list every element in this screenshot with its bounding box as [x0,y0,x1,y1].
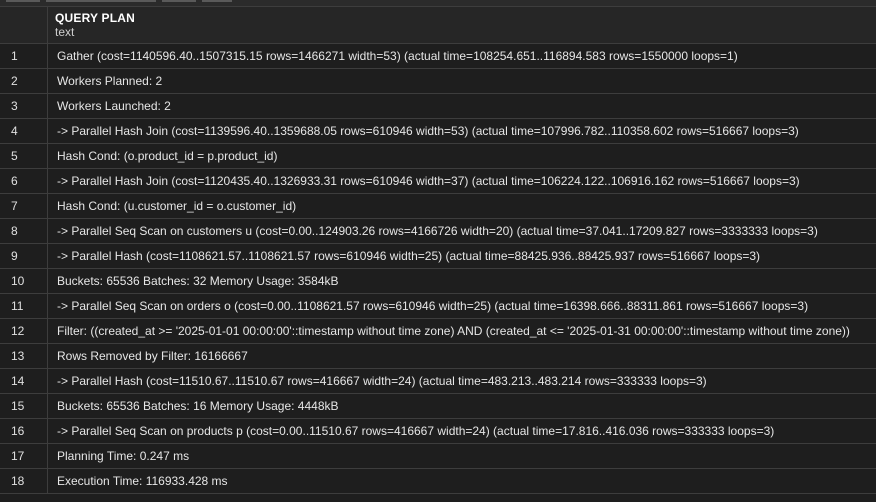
row-number[interactable]: 14 [0,369,48,393]
table-row[interactable]: 15 Buckets: 65536 Batches: 16 Memory Usag… [0,394,876,419]
row-number[interactable]: 12 [0,319,48,343]
table-row[interactable]: 11 -> Parallel Seq Scan on orders o (cost… [0,294,876,319]
query-plan-cell[interactable]: Hash Cond: (u.customer_id = o.customer_i… [48,194,876,218]
toolbar-tab[interactable] [162,0,196,2]
table-row[interactable]: 9 -> Parallel Hash (cost=1108621.57..1108… [0,244,876,269]
column-name: QUERY PLAN [55,11,136,25]
row-number[interactable]: 3 [0,94,48,118]
column-type: text [55,25,75,39]
query-plan-cell[interactable]: Workers Planned: 2 [48,69,876,93]
column-header-query-plan[interactable]: QUERY PLAN text [48,7,135,43]
query-plan-cell[interactable]: Buckets: 65536 Batches: 16 Memory Usage:… [48,394,876,418]
table-row[interactable]: 14 -> Parallel Hash (cost=11510.67..11510… [0,369,876,394]
row-number[interactable]: 13 [0,344,48,368]
toolbar-tab[interactable] [6,0,40,2]
grid-header: QUERY PLAN text [0,7,876,44]
toolbar-tab[interactable] [202,0,232,2]
table-row[interactable]: 4 -> Parallel Hash Join (cost=1139596.40.… [0,119,876,144]
table-row[interactable]: 16 -> Parallel Seq Scan on products p (co… [0,419,876,444]
query-plan-cell[interactable]: Hash Cond: (o.product_id = p.product_id) [48,144,876,168]
query-plan-cell[interactable]: -> Parallel Hash Join (cost=1139596.40..… [48,119,876,143]
row-number[interactable]: 10 [0,269,48,293]
query-plan-cell[interactable]: Planning Time: 0.247 ms [48,444,876,468]
query-plan-cell[interactable]: Workers Launched: 2 [48,94,876,118]
query-plan-cell[interactable]: Rows Removed by Filter: 16166667 [48,344,876,368]
table-row[interactable]: 8 -> Parallel Seq Scan on customers u (co… [0,219,876,244]
table-row[interactable]: 5 Hash Cond: (o.product_id = p.product_id… [0,144,876,169]
row-number[interactable]: 6 [0,169,48,193]
row-number[interactable]: 18 [0,469,48,493]
query-plan-cell[interactable]: Gather (cost=1140596.40..1507315.15 rows… [48,44,876,68]
row-number-header[interactable] [0,7,48,43]
query-plan-cell[interactable]: -> Parallel Seq Scan on products p (cost… [48,419,876,443]
row-number[interactable]: 11 [0,294,48,318]
table-row[interactable]: 3 Workers Launched: 2 [0,94,876,119]
query-plan-cell[interactable]: -> Parallel Seq Scan on orders o (cost=0… [48,294,876,318]
result-grid: QUERY PLAN text 1 Gather (cost=1140596.40… [0,6,876,494]
row-number[interactable]: 4 [0,119,48,143]
row-number[interactable]: 15 [0,394,48,418]
row-number[interactable]: 1 [0,44,48,68]
table-row[interactable]: 6 -> Parallel Hash Join (cost=1120435.40.… [0,169,876,194]
row-number[interactable]: 17 [0,444,48,468]
table-row[interactable]: 7 Hash Cond: (u.customer_id = o.customer_… [0,194,876,219]
query-plan-cell[interactable]: Execution Time: 116933.428 ms [48,469,876,493]
query-plan-cell[interactable]: -> Parallel Seq Scan on customers u (cos… [48,219,876,243]
query-plan-cell[interactable]: Buckets: 65536 Batches: 32 Memory Usage:… [48,269,876,293]
table-row[interactable]: 18 Execution Time: 116933.428 ms [0,469,876,494]
table-row[interactable]: 1 Gather (cost=1140596.40..1507315.15 row… [0,44,876,69]
toolbar-tab[interactable] [46,0,156,2]
row-number[interactable]: 16 [0,419,48,443]
table-row[interactable]: 2 Workers Planned: 2 [0,69,876,94]
row-number[interactable]: 2 [0,69,48,93]
row-number[interactable]: 7 [0,194,48,218]
query-plan-cell[interactable]: -> Parallel Hash Join (cost=1120435.40..… [48,169,876,193]
table-row[interactable]: 10 Buckets: 65536 Batches: 32 Memory Usag… [0,269,876,294]
table-row[interactable]: 17 Planning Time: 0.247 ms [0,444,876,469]
query-plan-cell[interactable]: -> Parallel Hash (cost=11510.67..11510.6… [48,369,876,393]
row-number[interactable]: 9 [0,244,48,268]
row-number[interactable]: 8 [0,219,48,243]
grid-body: 1 Gather (cost=1140596.40..1507315.15 row… [0,44,876,494]
table-row[interactable]: 13 Rows Removed by Filter: 16166667 [0,344,876,369]
query-plan-cell[interactable]: Filter: ((created_at >= '2025-01-01 00:0… [48,319,876,343]
table-row[interactable]: 12 Filter: ((created_at >= '2025-01-01 00… [0,319,876,344]
row-number[interactable]: 5 [0,144,48,168]
query-plan-cell[interactable]: -> Parallel Hash (cost=1108621.57..11086… [48,244,876,268]
